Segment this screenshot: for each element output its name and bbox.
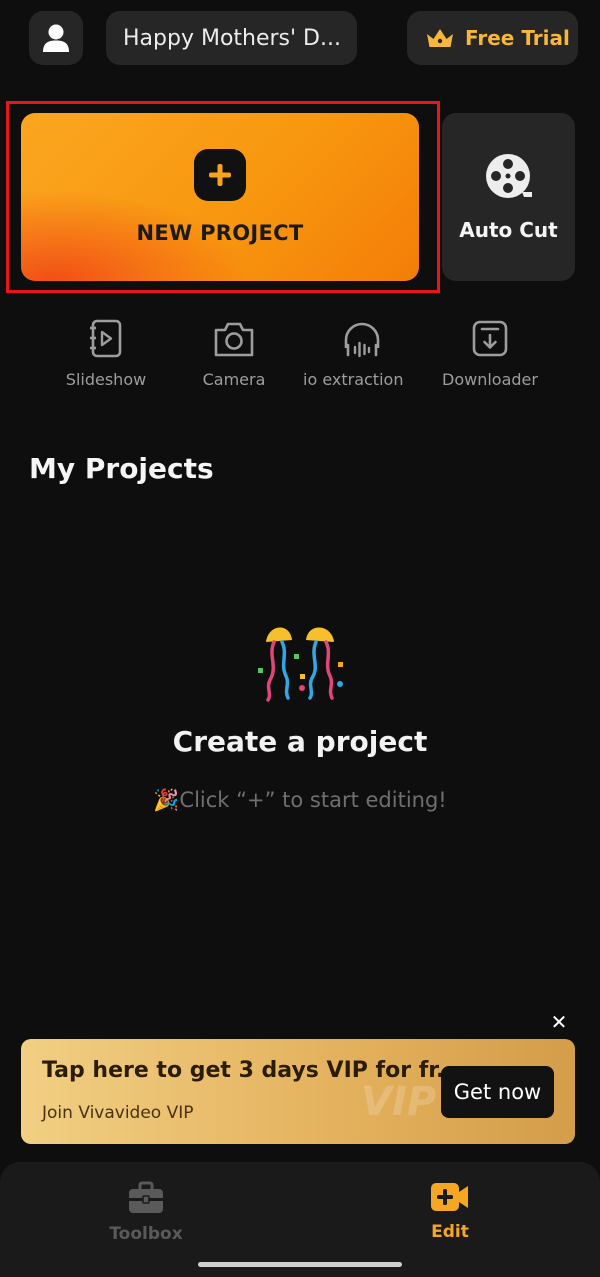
tool-downloader[interactable]: Downloader: [425, 318, 555, 390]
my-projects-title: My Projects: [29, 452, 214, 485]
video-add-icon: [431, 1183, 468, 1211]
home-indicator: [198, 1262, 402, 1267]
headphones-icon: [344, 322, 380, 358]
camera-icon: [214, 322, 254, 357]
theme-banner-label: Happy Mothers' D...: [123, 25, 341, 51]
empty-state-title: Create a project: [172, 725, 428, 758]
banner-title: Tap here to get 3 days VIP for fr...: [42, 1058, 442, 1083]
tool-label: Downloader: [442, 370, 538, 389]
banner-subtitle: Join Vivavideo VIP: [42, 1103, 194, 1123]
nav-label: Edit: [431, 1222, 469, 1242]
bottom-nav: Toolbox Edit: [0, 1162, 600, 1277]
empty-state-subtitle: 🎉Click “+” to start editing!: [153, 788, 447, 812]
new-project-label: NEW PROJECT: [136, 221, 304, 245]
crown-icon: [427, 29, 453, 47]
get-now-button[interactable]: Get now: [441, 1066, 554, 1118]
film-reel-icon: [485, 154, 532, 198]
user-icon: [43, 24, 69, 52]
vip-promo-banner[interactable]: VIP Tap here to get 3 days VIP for fr...…: [21, 1039, 575, 1144]
profile-button[interactable]: [29, 11, 83, 65]
new-project-button[interactable]: NEW PROJECT: [21, 113, 419, 281]
theme-banner-pill[interactable]: Happy Mothers' D...: [106, 11, 357, 65]
vip-watermark: VIP: [361, 1079, 437, 1125]
auto-cut-label: Auto Cut: [459, 218, 558, 242]
tool-label: io extraction: [303, 370, 404, 389]
nav-toolbox[interactable]: Toolbox: [86, 1180, 206, 1250]
nav-label: Toolbox: [109, 1224, 183, 1244]
free-trial-label: Free Trial: [465, 26, 570, 50]
tool-slideshow[interactable]: Slideshow: [41, 318, 171, 390]
tool-camera[interactable]: Camera: [169, 318, 299, 390]
party-popper-icon: [258, 627, 343, 702]
slideshow-icon: [90, 319, 122, 358]
free-trial-button[interactable]: Free Trial: [407, 11, 578, 65]
plus-icon: [194, 149, 246, 201]
tool-label: Slideshow: [65, 370, 147, 389]
nav-edit[interactable]: Edit: [390, 1180, 510, 1250]
auto-cut-button[interactable]: Auto Cut: [442, 113, 575, 281]
download-icon: [472, 320, 508, 357]
toolbox-icon: [129, 1181, 163, 1213]
tool-label: Camera: [202, 370, 266, 389]
tool-audio-extraction[interactable]: io extraction: [297, 318, 427, 390]
close-icon[interactable]: ✕: [547, 1010, 571, 1034]
